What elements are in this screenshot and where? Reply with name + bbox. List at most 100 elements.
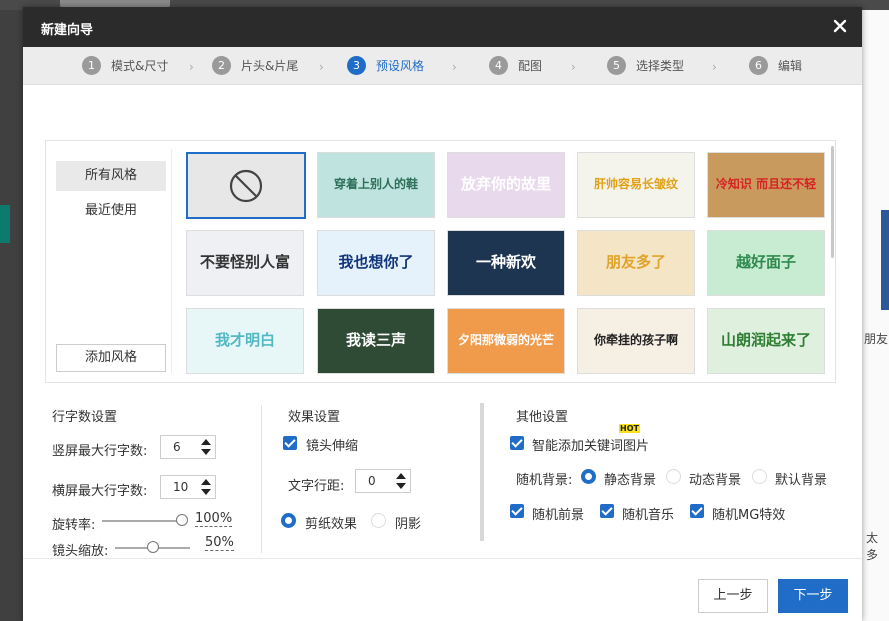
arrow-down-icon[interactable] — [201, 489, 211, 495]
step-5: 5 选择类型 — [607, 56, 684, 75]
step-label: 模式&尺寸 — [111, 59, 169, 73]
rotation-value: 100% — [195, 511, 233, 527]
step-number: 6 — [749, 56, 768, 75]
portrait-max-stepper[interactable]: 6 — [160, 435, 216, 459]
rotation-label: 旋转率: — [52, 518, 96, 533]
landscape-max-label: 横屏最大行字数: — [52, 484, 148, 499]
style-thumbnail[interactable]: 我也想你了 — [317, 230, 435, 296]
chevron-right-icon: › — [319, 60, 324, 74]
step-label: 编辑 — [778, 59, 803, 73]
zoom-slider-handle[interactable] — [146, 541, 159, 553]
thumbnail-caption: 你牵挂的孩子啊 — [593, 333, 678, 348]
static-bg-label: 静态背景 — [604, 473, 657, 488]
wizard-steps: 1 模式&尺寸 › 2 片头&片尾 › 3 预设风格 › 4 配图 › 5 选择… — [23, 47, 862, 85]
style-thumbnail[interactable]: 我才明白 — [186, 308, 304, 374]
random-bg-label: 随机背景: — [516, 473, 573, 488]
dialog-title: 新建向导 — [41, 23, 94, 38]
stepper-value: 6 — [173, 440, 181, 454]
step-number: 2 — [212, 56, 231, 75]
random-music-checkbox[interactable] — [600, 504, 614, 518]
portrait-max-label: 竖屏最大行字数: — [52, 444, 148, 459]
scrollbar[interactable] — [831, 146, 834, 258]
random-fg-checkbox[interactable] — [510, 504, 524, 518]
style-thumbnail[interactable]: 穿着上别人的鞋 — [317, 152, 435, 218]
random-music-label: 随机音乐 — [622, 508, 675, 523]
add-style-button[interactable]: 添加风格 — [56, 344, 166, 372]
dialog-footer: 上一步 下一步 — [23, 558, 862, 621]
style-thumbnails: 穿着上别人的鞋 放弃你的故里 肝帅容易长皱纹 冷知识 而且还不轻 不要怪别人富 … — [186, 152, 826, 375]
step-3: 3 预设风格 — [347, 56, 424, 75]
step-number: 5 — [607, 56, 626, 75]
zoom-label: 镜头缩放: — [52, 544, 109, 559]
thumbnail-none[interactable] — [186, 152, 306, 219]
arrow-down-icon[interactable] — [201, 449, 211, 455]
landscape-max-stepper[interactable]: 10 — [160, 475, 216, 499]
rotation-slider-handle[interactable] — [176, 514, 188, 526]
style-thumbnail[interactable]: 冷知识 而且还不轻 — [707, 152, 825, 218]
arrow-up-icon[interactable] — [201, 439, 211, 445]
background-left-accent — [0, 205, 10, 243]
thumbnail-caption: 放弃你的故里 — [460, 175, 551, 194]
shadow-radio[interactable] — [371, 513, 386, 528]
divider — [261, 405, 262, 553]
style-thumbnail[interactable]: 我读三声 — [317, 308, 435, 374]
prev-button[interactable]: 上一步 — [698, 579, 768, 613]
smart-keyword-label: 智能添加关键词图片 — [532, 439, 650, 454]
random-mg-checkbox[interactable] — [690, 504, 704, 518]
sidebar-item-all-styles[interactable]: 所有风格 — [56, 161, 166, 191]
thumbnail-caption: 我才明白 — [214, 331, 275, 350]
chevron-right-icon: › — [712, 60, 717, 74]
random-mg-label: 随机MG特效 — [712, 508, 786, 523]
line-spacing-stepper[interactable]: 0 — [355, 469, 411, 493]
style-thumbnail[interactable]: 你牵挂的孩子啊 — [577, 308, 695, 374]
step-4: 4 配图 — [489, 56, 542, 75]
arrow-up-icon[interactable] — [396, 473, 406, 479]
stepper-value: 0 — [368, 474, 376, 488]
arrow-up-icon[interactable] — [201, 479, 211, 485]
dynamic-bg-label: 动态背景 — [689, 473, 742, 488]
hot-badge: HOT — [619, 424, 640, 433]
style-thumbnail[interactable]: 山朗润起来了 — [707, 308, 825, 374]
style-thumbnail[interactable]: 越好面子 — [707, 230, 825, 296]
thumbnail-caption: 我也想你了 — [338, 253, 414, 272]
style-thumbnail[interactable]: 放弃你的故里 — [447, 152, 565, 218]
arrow-down-icon[interactable] — [396, 483, 406, 489]
style-thumbnail[interactable]: 朋友多了 — [577, 230, 695, 296]
thumbnail-caption: 不要怪别人富 — [199, 253, 290, 272]
paper-cut-radio[interactable] — [281, 513, 296, 528]
paper-cut-label: 剪纸效果 — [305, 517, 358, 532]
no-style-icon — [229, 169, 263, 202]
thumbnail-caption: 我读三声 — [345, 331, 406, 350]
dynamic-bg-radio[interactable] — [666, 469, 681, 484]
static-bg-radio[interactable] — [581, 469, 596, 484]
step-1: 1 模式&尺寸 — [82, 56, 168, 75]
next-button[interactable]: 下一步 — [778, 579, 848, 613]
section-title-rows: 行字数设置 — [52, 410, 118, 425]
thumbnail-caption: 肝帅容易长皱纹 — [593, 177, 678, 192]
step-label: 预设风格 — [376, 59, 425, 73]
background-text: 朋友 — [864, 332, 889, 346]
close-icon[interactable] — [830, 16, 850, 36]
style-thumbnail[interactable]: 一种新欢 — [447, 230, 565, 296]
divider — [171, 149, 172, 374]
style-thumbnail[interactable]: 肝帅容易长皱纹 — [577, 152, 695, 218]
shadow-label: 阴影 — [395, 517, 422, 532]
style-panel: 所有风格 最近使用 添加风格 穿着上别人的鞋 放弃你的故里 肝帅容易长皱纹 冷知… — [45, 140, 836, 383]
chevron-right-icon: › — [452, 60, 457, 74]
sidebar-item-recent[interactable]: 最近使用 — [56, 196, 166, 226]
default-bg-radio[interactable] — [752, 469, 767, 484]
chevron-right-icon: › — [189, 60, 194, 74]
stepper-value: 10 — [173, 480, 189, 494]
thumbnail-caption: 夕阳那微弱的光芒 — [457, 333, 554, 348]
lens-stretch-checkbox[interactable] — [283, 436, 297, 450]
step-label: 配图 — [518, 59, 543, 73]
rotation-slider[interactable] — [102, 520, 182, 522]
section-title-effects: 效果设置 — [288, 410, 341, 425]
style-thumbnail[interactable]: 夕阳那微弱的光芒 — [447, 308, 565, 374]
thumbnail-caption: 一种新欢 — [475, 253, 536, 272]
smart-keyword-checkbox[interactable] — [510, 436, 524, 450]
step-2: 2 片头&片尾 — [212, 56, 298, 75]
style-thumbnail[interactable]: 不要怪别人富 — [186, 230, 304, 296]
section-title-other: 其他设置 — [516, 410, 569, 425]
step-label: 选择类型 — [636, 59, 685, 73]
